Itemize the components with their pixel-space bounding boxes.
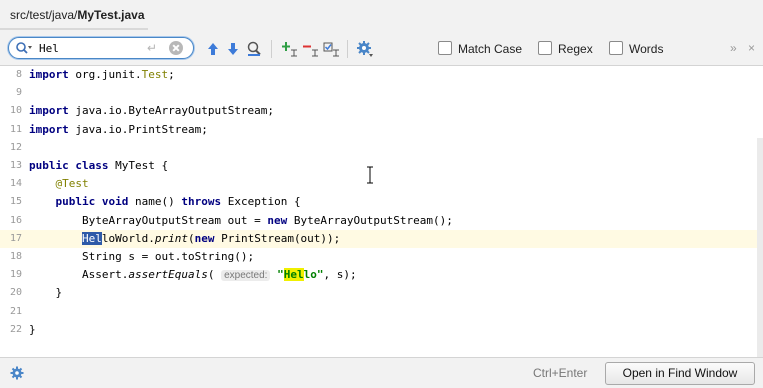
code-text: String s = out.toString();	[29, 250, 255, 263]
previous-occurrence-icon[interactable]	[204, 40, 222, 58]
code-line: 18 String s = out.toString();	[0, 248, 763, 266]
code-line: 19 Assert.assertEquals( expected: "Hello…	[0, 266, 763, 284]
code-line: 15 public void name() throws Exception {	[0, 193, 763, 211]
regex-checkbox[interactable]	[538, 41, 552, 55]
match-case-checkbox[interactable]	[438, 41, 452, 55]
clear-search-icon[interactable]	[169, 41, 183, 55]
code-line: 14 @Test	[0, 175, 763, 193]
line-number: 10	[9, 105, 22, 117]
next-occurrence-icon[interactable]	[224, 40, 242, 58]
code-text: }	[29, 322, 36, 336]
code-text: Assert.assertEquals( expected: "Hello", …	[29, 268, 357, 282]
gear-icon[interactable]	[356, 40, 374, 58]
close-icon[interactable]: ×	[748, 41, 755, 55]
words-label[interactable]: Words	[629, 42, 663, 56]
code-line-current: 17 HelloWorld.print(new PrintStream(out)…	[0, 229, 763, 248]
match-case-label[interactable]: Match Case	[458, 42, 522, 56]
line-number: 22	[9, 323, 22, 335]
line-number: 19	[9, 269, 22, 281]
vertical-scrollbar[interactable]	[757, 138, 763, 357]
tab-path: src/test/java/	[10, 8, 78, 22]
code-line: 10 import java.io.ByteArrayOutputStream;	[0, 102, 763, 120]
open-in-find-window-button[interactable]: Open in Find Window	[605, 362, 755, 385]
parameter-hint: expected:	[221, 270, 271, 282]
tab-mytest-java[interactable]: src/test/java/MyTest.java	[10, 8, 145, 22]
regex-label[interactable]: Regex	[558, 42, 593, 56]
code-text: HelloWorld.print(new PrintStream(out));	[81, 231, 341, 245]
code-text: ByteArrayOutputStream out = new ByteArra…	[29, 213, 453, 227]
toolbar-separator	[271, 40, 272, 58]
code-text: import java.io.PrintStream;	[29, 122, 208, 136]
line-number: 16	[9, 214, 22, 226]
line-number: 21	[9, 305, 22, 317]
line-number: 20	[9, 287, 22, 299]
search-history-icon[interactable]	[15, 41, 33, 55]
add-occurrence-icon[interactable]	[280, 40, 298, 58]
code-line: 12	[0, 139, 763, 157]
code-text: @Test	[55, 177, 89, 191]
remove-occurrence-icon[interactable]	[301, 40, 319, 58]
code-text: import org.junit.Test;	[29, 68, 175, 81]
line-number: 18	[9, 251, 22, 262]
search-box[interactable]: ↵	[8, 37, 194, 59]
find-all-occurrences-icon[interactable]	[245, 40, 263, 58]
enter-icon: ↵	[147, 41, 158, 55]
code-line: 20 }	[0, 284, 763, 302]
code-line: 21	[0, 303, 763, 321]
line-number: 11	[9, 123, 22, 135]
code-text: import java.io.ByteArrayOutputStream;	[29, 104, 275, 118]
line-number: 17	[9, 232, 22, 244]
find-toolbar: ↵ Match Case Regex Words » ×	[0, 32, 763, 66]
line-number: 14	[9, 178, 22, 190]
code-line: 16 ByteArrayOutputStream out = new ByteA…	[0, 212, 763, 230]
code-text: public class MyTest {	[29, 159, 169, 172]
code-line: 8 import org.junit.Test;	[0, 66, 763, 84]
settings-gear-icon[interactable]	[10, 366, 24, 380]
editor-tab-bar: src/test/java/MyTest.java	[0, 0, 763, 32]
code-line: 22}	[0, 321, 763, 339]
shortcut-hint: Ctrl+Enter	[533, 366, 588, 380]
line-number: 13	[9, 160, 22, 171]
tab-file-name: MyTest.java	[77, 8, 145, 22]
find-status-bar: Ctrl+Enter Open in Find Window	[0, 357, 763, 388]
select-all-occurrences-icon[interactable]	[322, 40, 340, 58]
code-text: }	[29, 286, 63, 300]
overflow-icon[interactable]: »	[730, 41, 737, 55]
code-line: 9	[0, 84, 763, 102]
tab-underline	[0, 28, 148, 30]
code-editor[interactable]: 8 import org.junit.Test; 9 10 import java.…	[0, 66, 763, 357]
search-match: Hel	[283, 268, 304, 282]
line-number: 15	[9, 196, 22, 208]
line-number: 12	[9, 141, 22, 153]
code-line: 13 public class MyTest {	[0, 157, 763, 175]
code-text: public void name() throws Exception {	[55, 195, 301, 209]
line-number: 9	[15, 87, 22, 99]
find-bar-right-controls: » ×	[730, 41, 755, 55]
toolbar-separator	[347, 40, 348, 58]
search-input[interactable]	[39, 40, 139, 56]
words-checkbox[interactable]	[609, 41, 623, 55]
text-cursor-icon	[367, 166, 373, 184]
line-number: 8	[15, 69, 22, 80]
code-line: 11 import java.io.PrintStream;	[0, 121, 763, 139]
search-match-selected: Hel	[81, 231, 102, 245]
